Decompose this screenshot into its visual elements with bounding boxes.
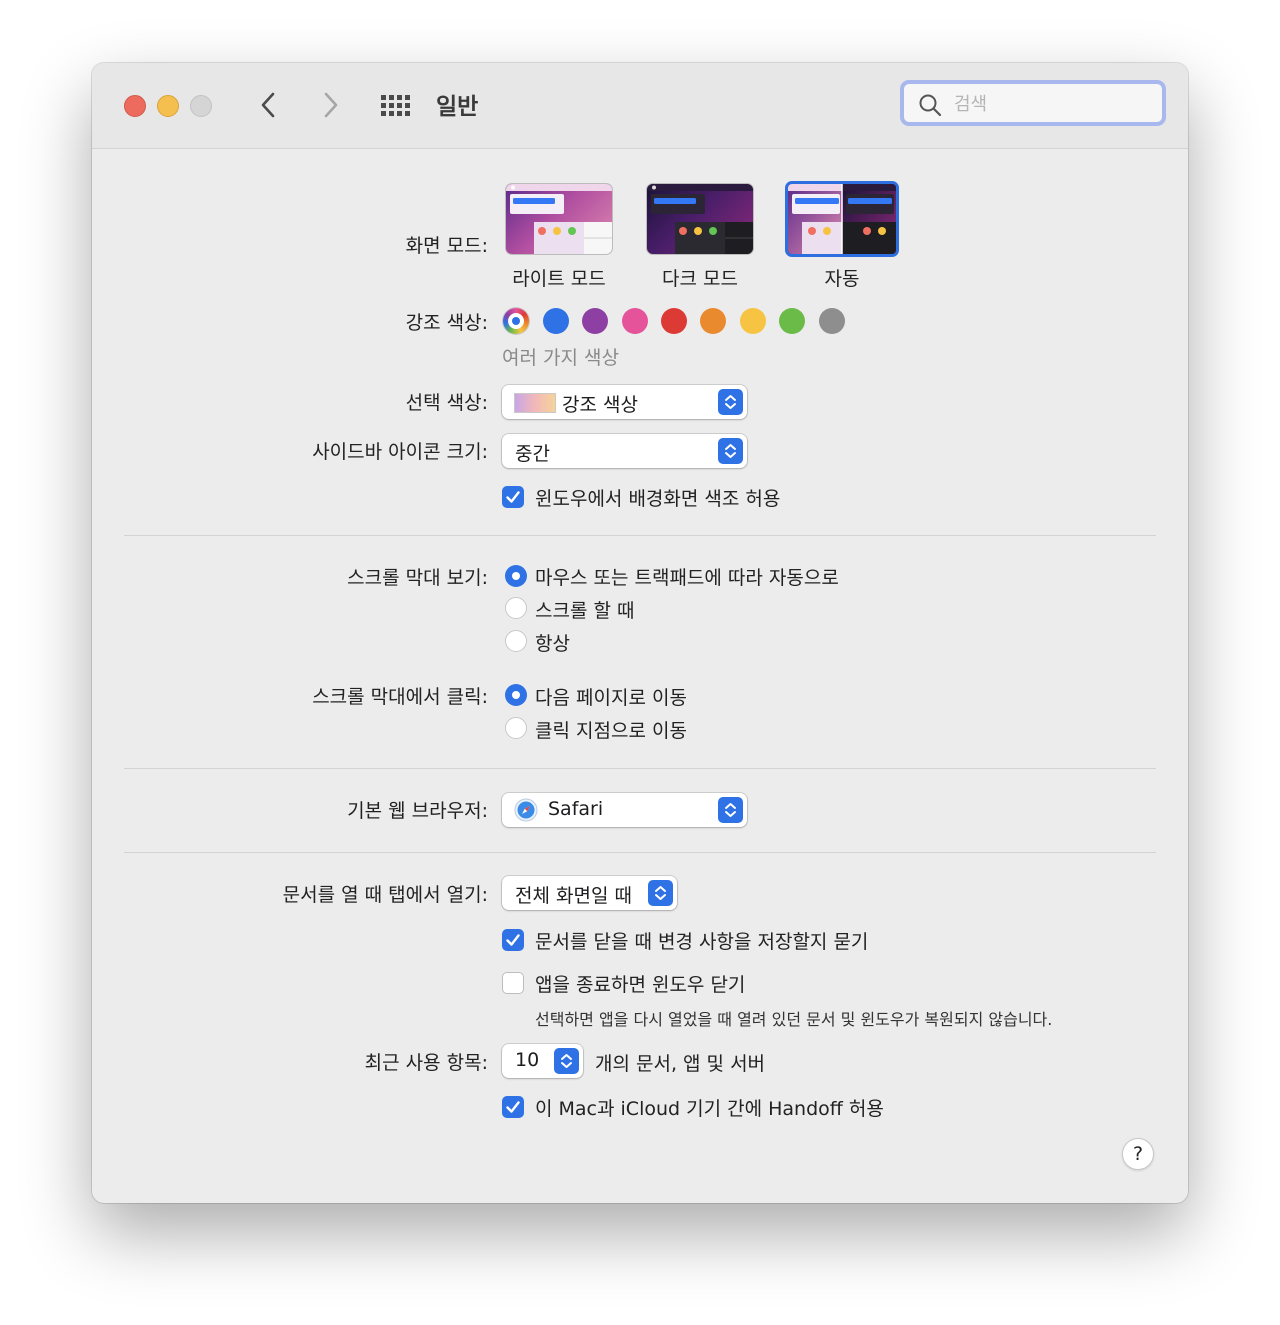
accent-yellow-swatch[interactable]: [740, 308, 766, 334]
appearance-light-thumbnail[interactable]: [505, 183, 613, 255]
zoom-window-button[interactable]: [190, 95, 212, 117]
accent-multicolor-swatch[interactable]: [503, 308, 529, 334]
highlight-color-label: 선택 색상:: [405, 392, 488, 414]
handoff-checkbox[interactable]: [502, 1096, 524, 1118]
close-windows-note: 선택하면 앱을 다시 열었을 때 열려 있던 문서 및 윈도우가 복원되지 않습…: [535, 1010, 1053, 1029]
updown-chevron-icon: [561, 1054, 572, 1068]
prefer-tabs-label: 문서를 열 때 탭에서 열기:: [282, 884, 488, 906]
highlight-color-popup[interactable]: 강조 색상: [502, 385, 747, 419]
popup-arrows: [718, 389, 743, 415]
show-all-button[interactable]: [380, 93, 412, 119]
ask-keep-changes-label: 문서를 닫을 때 변경 사항을 저장할지 묻기: [535, 931, 869, 953]
popup-arrows: [648, 880, 673, 906]
accent-blue-swatch[interactable]: [543, 308, 569, 334]
highlight-color-value: 강조 색상: [562, 394, 638, 416]
section-divider: [124, 852, 1156, 853]
close-windows-label: 앱을 종료하면 윈도우 닫기: [535, 974, 746, 996]
popup-arrows: [718, 438, 743, 464]
section-divider: [124, 535, 1156, 536]
scroll-bars-always-label: 항상: [535, 633, 570, 655]
help-button[interactable]: ?: [1122, 1138, 1154, 1170]
scroll-bars-automatic-radio[interactable]: [505, 565, 527, 587]
appearance-label: 화면 모드:: [405, 235, 488, 257]
popup-arrows: [718, 797, 743, 823]
ask-keep-changes-checkbox[interactable]: [502, 929, 524, 951]
jump-next-page-radio[interactable]: [505, 684, 527, 706]
accent-orange-swatch[interactable]: [700, 308, 726, 334]
accent-green-swatch[interactable]: [779, 308, 805, 334]
recent-items-popup[interactable]: 10: [502, 1044, 583, 1078]
section-divider: [124, 768, 1156, 769]
jump-next-page-label: 다음 페이지로 이동: [535, 687, 687, 709]
search-input[interactable]: [952, 90, 1156, 118]
search-field[interactable]: [900, 80, 1166, 126]
appearance-auto-label: 자동: [824, 268, 860, 290]
updown-chevron-icon: [655, 886, 666, 900]
appearance-dark-thumbnail[interactable]: [646, 183, 754, 255]
popup-arrows: [554, 1048, 579, 1074]
jump-to-spot-label: 클릭 지점으로 이동: [535, 720, 687, 742]
recent-items-value: 10: [515, 1049, 540, 1071]
appearance-light-label: 라이트 모드: [512, 268, 606, 290]
default-browser-value: Safari: [548, 798, 604, 820]
jump-to-spot-radio[interactable]: [505, 717, 527, 739]
scroll-bars-always-radio[interactable]: [505, 630, 527, 652]
updown-chevron-icon: [725, 444, 736, 458]
light-mode-preview-icon: [506, 184, 612, 254]
accent-purple-swatch[interactable]: [582, 308, 608, 334]
accent-selected-caption: 여러 가지 색상: [502, 347, 619, 369]
default-browser-label: 기본 웹 브라우저:: [347, 800, 488, 822]
accent-pink-swatch[interactable]: [622, 308, 648, 334]
auto-mode-preview-icon: [788, 184, 896, 254]
sidebar-icon-size-value: 중간: [515, 443, 550, 465]
scroll-bars-automatic-label: 마우스 또는 트랙패드에 따라 자동으로: [535, 567, 839, 589]
dark-mode-preview-icon: [647, 184, 753, 254]
accent-graphite-swatch[interactable]: [819, 308, 845, 334]
search-icon: [919, 94, 942, 117]
close-window-button[interactable]: [124, 95, 146, 117]
window-title: 일반: [436, 94, 479, 120]
scroll-bars-when-scrolling-radio[interactable]: [505, 597, 527, 619]
checkmark-icon: [506, 1101, 520, 1113]
prefer-tabs-value: 전체 화면일 때: [515, 885, 632, 907]
sidebar-icon-size-label: 사이드바 아이콘 크기:: [312, 441, 488, 463]
close-windows-checkbox[interactable]: [502, 972, 524, 994]
wallpaper-tinting-checkbox[interactable]: [502, 486, 524, 508]
appearance-auto-thumbnail[interactable]: [785, 181, 899, 257]
accent-color-label: 강조 색상:: [405, 312, 488, 334]
minimize-window-button[interactable]: [157, 95, 179, 117]
grid-icon: [381, 95, 410, 116]
checkmark-icon: [506, 934, 520, 946]
accent-red-swatch[interactable]: [661, 308, 687, 334]
safari-icon: [514, 798, 538, 822]
scroll-bars-when-scrolling-label: 스크롤 할 때: [535, 600, 635, 622]
appearance-dark-label: 다크 모드: [662, 268, 738, 290]
title-bar: 일반: [92, 63, 1188, 149]
highlight-color-swatch: [514, 393, 556, 413]
handoff-label: 이 Mac과 iCloud 기기 간에 Handoff 허용: [535, 1098, 884, 1120]
click-scroll-bar-label: 스크롤 막대에서 클릭:: [312, 686, 488, 708]
chevron-right-icon: [324, 92, 338, 118]
back-button[interactable]: [257, 89, 281, 121]
default-browser-popup[interactable]: Safari: [502, 793, 747, 827]
chevron-left-icon: [261, 92, 275, 118]
recent-items-label: 최근 사용 항목:: [364, 1052, 488, 1074]
show-scroll-bars-label: 스크롤 막대 보기:: [347, 567, 488, 589]
system-preferences-window: 일반 화면 모드:: [92, 63, 1188, 1203]
wallpaper-tinting-label: 윈도우에서 배경화면 색조 허용: [535, 488, 781, 510]
sidebar-icon-size-popup[interactable]: 중간: [502, 434, 747, 468]
forward-button[interactable]: [318, 89, 342, 121]
recent-items-suffix: 개의 문서, 앱 및 서버: [595, 1053, 766, 1075]
updown-chevron-icon: [725, 395, 736, 409]
prefer-tabs-popup[interactable]: 전체 화면일 때: [502, 876, 677, 910]
updown-chevron-icon: [725, 803, 736, 817]
checkmark-icon: [506, 491, 520, 503]
